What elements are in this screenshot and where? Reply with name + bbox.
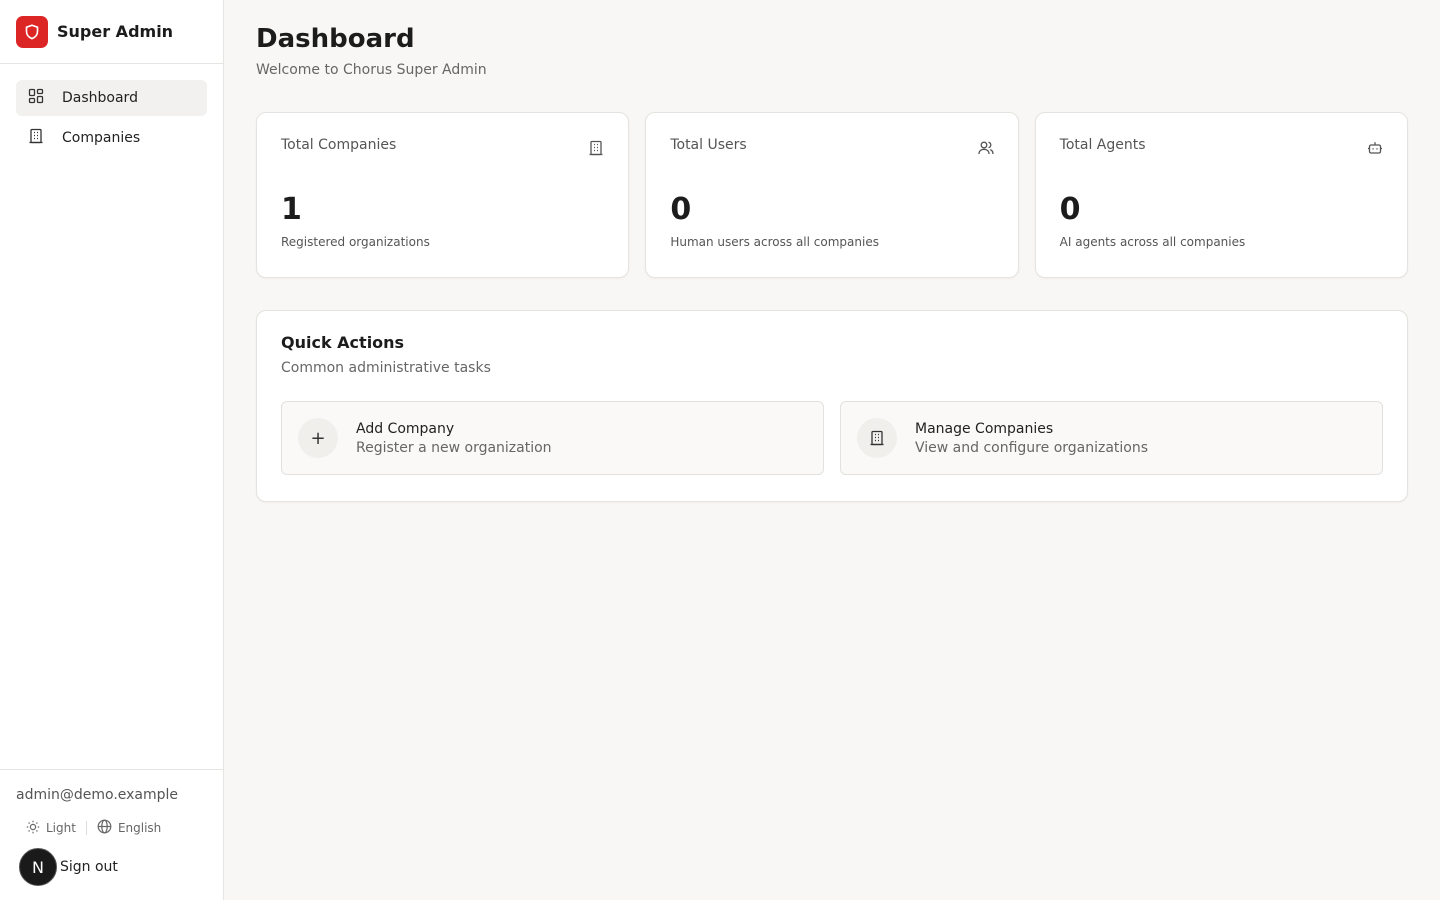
building-icon bbox=[857, 418, 897, 458]
stat-label: Total Agents bbox=[1059, 137, 1146, 153]
stats-row: Total Companies 1 Registered organizatio… bbox=[256, 112, 1408, 278]
stat-value: 1 bbox=[281, 192, 302, 227]
stat-card-users: Total Users 0 Human users across all com… bbox=[645, 112, 1019, 278]
sidebar-item-dashboard[interactable]: Dashboard bbox=[16, 80, 207, 116]
sidebar-footer: admin@demo.example Light English N Sign … bbox=[0, 769, 223, 900]
signout-row: N Sign out bbox=[16, 848, 207, 886]
stat-card-companies: Total Companies 1 Registered organizatio… bbox=[256, 112, 630, 278]
manage-companies-button[interactable]: Manage Companies View and configure orga… bbox=[840, 401, 1383, 475]
sidebar-nav: Dashboard Companies bbox=[0, 64, 223, 172]
language-select[interactable]: English bbox=[87, 819, 171, 837]
building-icon bbox=[588, 140, 604, 160]
stat-label: Total Companies bbox=[281, 137, 397, 153]
dashboard-grid-icon bbox=[28, 88, 44, 108]
sidebar-item-label: Dashboard bbox=[62, 90, 138, 106]
avatar[interactable]: N bbox=[19, 848, 57, 886]
quick-action-description: View and configure organizations bbox=[915, 439, 1149, 456]
shield-icon bbox=[16, 15, 48, 48]
main-content: Dashboard Welcome to Chorus Super Admin … bbox=[224, 0, 1440, 900]
stat-label: Total Users bbox=[670, 137, 747, 153]
quick-action-description: Register a new organization bbox=[356, 439, 552, 456]
quick-action-title: Add Company bbox=[356, 420, 455, 437]
add-company-button[interactable]: + Add Company Register a new organizatio… bbox=[281, 401, 824, 475]
app-root: Super Admin Dashboard Companies admin@de… bbox=[0, 0, 1440, 900]
theme-label: Light bbox=[46, 821, 76, 835]
globe-icon bbox=[97, 819, 112, 837]
stat-value: 0 bbox=[1059, 192, 1081, 227]
stat-value: 0 bbox=[670, 192, 692, 227]
sidebar: Super Admin Dashboard Companies admin@de… bbox=[0, 0, 224, 900]
building-icon bbox=[28, 128, 44, 148]
quick-actions-title: Quick Actions bbox=[281, 333, 405, 352]
brand-title: Super Admin bbox=[57, 22, 174, 41]
quick-action-text: Manage Companies View and configure orga… bbox=[915, 421, 1148, 456]
quick-action-text: Add Company Register a new organization bbox=[356, 421, 552, 456]
user-email: admin@demo.example bbox=[16, 787, 179, 803]
sidebar-item-label: Companies bbox=[62, 130, 141, 146]
bot-icon bbox=[1367, 140, 1383, 160]
page-subtitle: Welcome to Chorus Super Admin bbox=[256, 62, 487, 78]
language-label: English bbox=[117, 821, 162, 835]
stat-description: Human users across all companies bbox=[670, 235, 879, 249]
quick-actions-subtitle: Common administrative tasks bbox=[281, 360, 491, 376]
brand: Super Admin bbox=[0, 0, 223, 64]
quick-action-title: Manage Companies bbox=[915, 420, 1054, 437]
preferences-row: Light English bbox=[16, 819, 207, 837]
quick-actions-row: + Add Company Register a new organizatio… bbox=[281, 401, 1383, 475]
stat-description: Registered organizations bbox=[281, 235, 430, 249]
page-title: Dashboard bbox=[256, 24, 415, 54]
users-icon bbox=[978, 140, 994, 160]
signout-button[interactable]: Sign out bbox=[60, 859, 118, 875]
sun-icon bbox=[26, 820, 40, 837]
stat-description: AI agents across all companies bbox=[1059, 235, 1246, 249]
plus-icon: + bbox=[298, 418, 338, 458]
stat-card-agents: Total Agents 0 AI agents across all comp… bbox=[1034, 112, 1408, 278]
sidebar-item-companies[interactable]: Companies bbox=[16, 120, 207, 156]
quick-actions-card: Quick Actions Common administrative task… bbox=[256, 310, 1408, 502]
theme-toggle[interactable]: Light bbox=[16, 820, 86, 837]
